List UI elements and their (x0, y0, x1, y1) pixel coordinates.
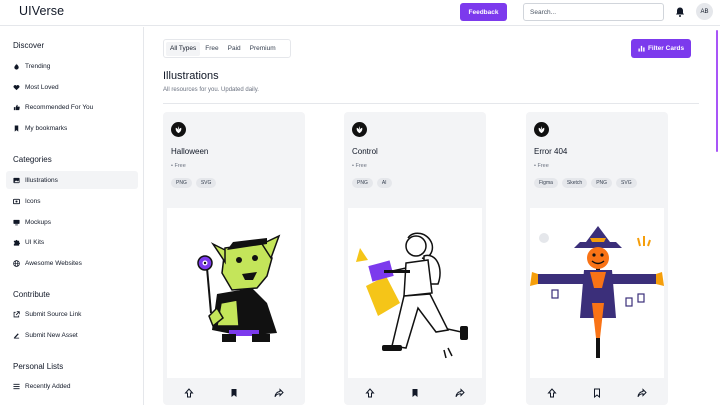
card-actions (344, 388, 486, 398)
tab-paid[interactable]: Paid (224, 42, 245, 56)
sidebar-item-label: Awesome Websites (25, 259, 82, 267)
divider (163, 103, 699, 104)
sidebar-item-trending[interactable]: Trending (6, 57, 138, 75)
sidebar-item-label: Recently Added (25, 382, 71, 390)
sidebar-item-most-loved[interactable]: Most Loved (6, 78, 138, 96)
sidebar-item-label: UI Kits (25, 238, 45, 246)
list-icon (13, 383, 20, 389)
publisher-logo-icon (171, 122, 186, 137)
thumbs-up-icon (13, 104, 20, 110)
asset-card-error-404[interactable]: Error 404 • Free Figma Sketch PNG SVG (526, 112, 668, 405)
tag[interactable]: AI (376, 178, 392, 188)
asset-card-control[interactable]: Control • Free PNG AI (344, 112, 486, 405)
heart-icon (13, 84, 20, 90)
icons-icon (13, 198, 20, 204)
bookmark-icon[interactable] (229, 388, 239, 398)
external-link-icon (13, 310, 20, 317)
tag[interactable]: SVG (616, 178, 637, 188)
flame-icon (14, 62, 19, 70)
page-subtitle: All resources for you. Updated daily. (163, 87, 259, 93)
tab-free[interactable]: Free (201, 42, 222, 56)
sidebar-item-label: Illustrations (25, 176, 58, 184)
goblin-illustration[interactable] (167, 208, 301, 378)
tag[interactable]: Sketch (561, 178, 588, 188)
card-tags: PNG SVG (171, 178, 217, 188)
bookmark-icon (14, 124, 19, 132)
sidebar-item-label: Icons (25, 197, 41, 205)
sidebar-item-illustrations[interactable]: Illustrations (6, 171, 138, 189)
scarecrow-illustration[interactable] (530, 208, 664, 378)
sidebar-item-label: Recommended For You (25, 103, 94, 111)
tag[interactable]: PNG (171, 178, 192, 188)
sidebar-item-recently-added[interactable]: Recently Added (6, 377, 138, 395)
tab-premium[interactable]: Premium (246, 42, 280, 56)
monitor-icon (13, 219, 20, 225)
filter-cards-button[interactable]: Filter Cards (631, 39, 691, 58)
contribute-section-title: Contribute (13, 290, 50, 299)
bookmark-outline-icon[interactable] (592, 388, 602, 398)
card-price: • Free (534, 163, 549, 169)
card-title[interactable]: Halloween (171, 147, 208, 156)
search-input[interactable] (523, 3, 664, 21)
card-price: • Free (171, 163, 186, 169)
personal-lists-section-title: Personal Lists (13, 362, 64, 371)
publisher-logo-icon (352, 122, 367, 137)
sidebar-item-icons[interactable]: Icons (6, 192, 138, 210)
top-header: UIVerse Feedback AB (0, 0, 720, 26)
share-icon[interactable] (455, 388, 465, 398)
sidebar-item-label: Submit New Asset (25, 331, 78, 339)
asset-card-halloween[interactable]: Halloween • Free PNG SVG (163, 112, 305, 405)
feedback-button[interactable]: Feedback (460, 3, 507, 21)
card-tags: Figma Sketch PNG SVG (534, 178, 637, 188)
card-title[interactable]: Control (352, 147, 378, 156)
upvote-icon[interactable] (365, 388, 375, 398)
sidebar: Discover Trending Most Loved Recommended… (0, 27, 144, 405)
sidebar-item-awesome-websites[interactable]: Awesome Websites (6, 254, 138, 272)
card-price: • Free (352, 163, 367, 169)
woman-laptop-illustration[interactable] (348, 208, 482, 378)
sidebar-item-ui-kits[interactable]: UI Kits (6, 233, 138, 251)
share-icon[interactable] (637, 388, 647, 398)
sidebar-item-submit-new-asset[interactable]: Submit New Asset (6, 326, 138, 344)
image-icon (13, 177, 20, 183)
sidebar-item-label: My bookmarks (25, 124, 68, 132)
card-title[interactable]: Error 404 (534, 147, 567, 156)
tag[interactable]: SVG (195, 178, 217, 188)
upvote-icon[interactable] (184, 388, 194, 398)
tab-all-types[interactable]: All Types (166, 41, 201, 56)
sidebar-item-label: Submit Source Link (25, 310, 82, 318)
avatar[interactable]: AB (696, 3, 713, 20)
sidebar-item-label: Most Loved (25, 83, 59, 91)
sidebar-item-submit-source-link[interactable]: Submit Source Link (6, 305, 138, 323)
share-icon[interactable] (274, 388, 284, 398)
bell-icon[interactable] (674, 6, 686, 18)
type-tabs: All Types Free Paid Premium (163, 39, 291, 58)
globe-icon (13, 259, 20, 267)
bar-chart-icon (638, 45, 645, 52)
edit-icon (13, 332, 20, 339)
card-tags: PNG AI (352, 178, 392, 188)
scrollbar[interactable] (716, 30, 718, 152)
card-actions (163, 388, 305, 398)
filter-cards-label: Filter Cards (647, 45, 685, 52)
sidebar-item-recommended[interactable]: Recommended For You (6, 98, 138, 116)
page-title: Illustrations (163, 70, 219, 82)
sidebar-item-mockups[interactable]: Mockups (6, 213, 138, 231)
tag[interactable]: PNG (352, 178, 373, 188)
sidebar-item-label: Mockups (25, 218, 52, 226)
categories-section-title: Categories (13, 155, 52, 164)
publisher-logo-icon (534, 122, 549, 137)
upvote-icon[interactable] (547, 388, 557, 398)
tag[interactable]: Figma (534, 178, 558, 188)
brand-logo[interactable]: UIVerse (19, 4, 64, 18)
card-actions (526, 388, 668, 398)
bookmark-icon[interactable] (410, 388, 420, 398)
puzzle-icon (13, 239, 20, 246)
discover-section-title: Discover (13, 41, 45, 50)
sidebar-item-bookmarks[interactable]: My bookmarks (6, 119, 138, 137)
tag[interactable]: PNG (591, 178, 613, 188)
sidebar-item-label: Trending (25, 62, 51, 70)
